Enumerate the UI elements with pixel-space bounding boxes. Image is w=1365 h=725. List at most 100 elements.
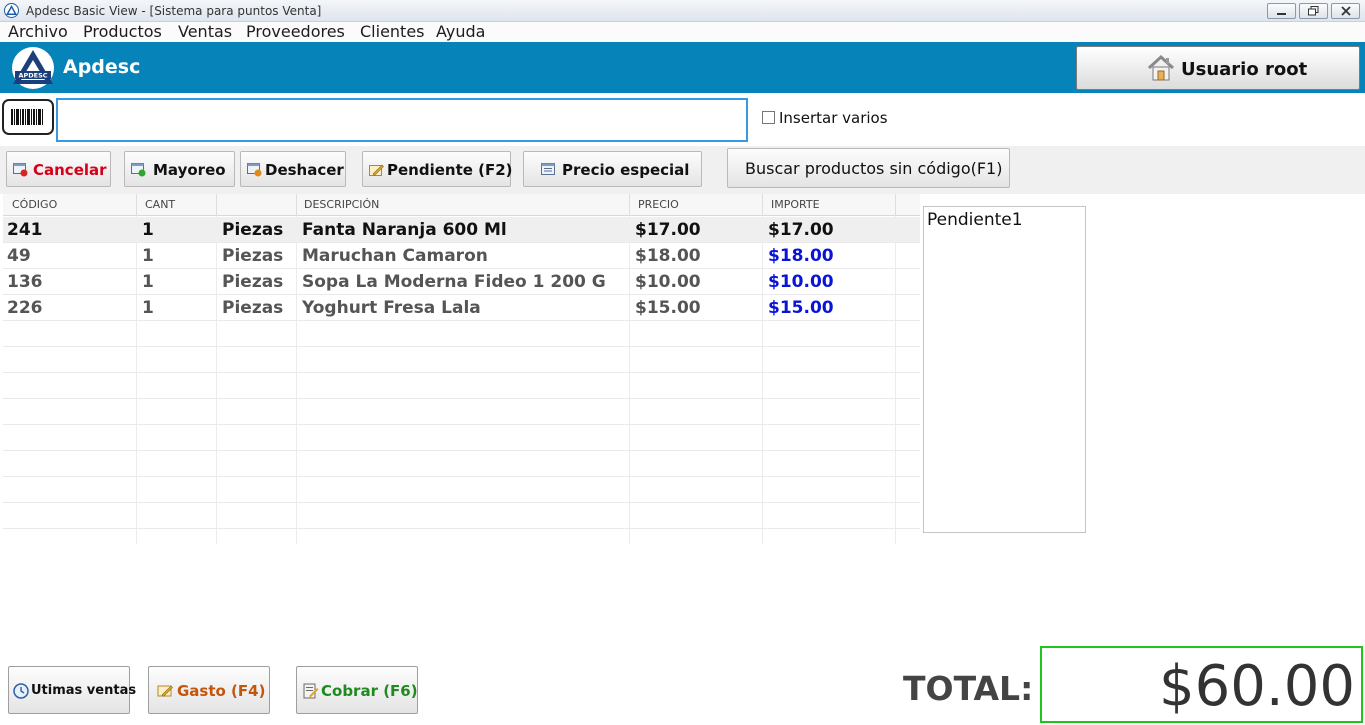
cell-qty: 1: [142, 220, 154, 240]
empty-row: [3, 321, 920, 347]
header-separator: [762, 194, 763, 216]
empty-row: [3, 399, 920, 425]
last-sales-button[interactable]: Utimas ventas: [8, 666, 136, 714]
menu-ventas[interactable]: Ventas: [178, 22, 232, 42]
cell-amount: $18.00: [768, 246, 834, 266]
insert-multiple-checkbox[interactable]: [762, 111, 775, 124]
empty-row: [3, 477, 920, 503]
empty-row: [3, 451, 920, 477]
header-separator: [136, 194, 137, 216]
table-row[interactable]: 49 1 Piezas Maruchan Camaron $18.00 $18.…: [3, 243, 920, 269]
barcode-input[interactable]: [56, 98, 748, 142]
wholesale-button-label: Mayoreo: [153, 161, 226, 179]
pending-button-label: Pendiente (F2): [387, 161, 513, 179]
empty-row: [3, 347, 920, 373]
cell-description: Maruchan Camaron: [302, 246, 488, 266]
header-separator: [296, 194, 297, 216]
cell-unit: Piezas: [222, 246, 284, 266]
sale-items-grid[interactable]: CÓDIGO CANT DESCRIPCIÓN PRECIO IMPORTE 2…: [3, 194, 920, 544]
empty-row: [3, 373, 920, 399]
menu-ayuda[interactable]: Ayuda: [436, 22, 485, 42]
action-toolbar: Cancelar Mayoreo Deshacer Pendiente (F2): [0, 146, 1365, 194]
charge-icon: [303, 683, 319, 699]
window-titlebar: Apdesc Basic View - [Sistema para puntos…: [0, 0, 1365, 22]
restore-button[interactable]: [1299, 3, 1328, 19]
empty-row: [3, 503, 920, 529]
header-code: CÓDIGO: [12, 198, 58, 211]
table-row[interactable]: 241 1 Piezas Fanta Naranja 600 Ml $17.00…: [3, 217, 920, 243]
cell-code: 136: [7, 272, 43, 292]
table-row[interactable]: 136 1 Piezas Sopa La Moderna Fideo 1 200…: [3, 269, 920, 295]
undo-button[interactable]: Deshacer: [240, 151, 346, 187]
user-button-label: Usuario root: [1181, 59, 1308, 80]
cell-unit: Piezas: [222, 220, 284, 240]
cell-description: Sopa La Moderna Fideo 1 200 G: [302, 272, 606, 292]
menu-proveedores[interactable]: Proveedores: [246, 22, 345, 42]
cell-code: 226: [7, 298, 43, 318]
header-separator: [629, 194, 630, 216]
expense-label: Gasto (F4): [177, 682, 266, 700]
cell-qty: 1: [142, 246, 154, 266]
last-sales-label: Utimas ventas: [31, 683, 137, 698]
header-separator: [895, 194, 896, 216]
grid-header: CÓDIGO CANT DESCRIPCIÓN PRECIO IMPORTE: [3, 194, 920, 216]
close-button[interactable]: [1331, 3, 1360, 19]
charge-button[interactable]: Cobrar (F6): [296, 666, 418, 714]
window-title: Apdesc Basic View - [Sistema para puntos…: [26, 4, 322, 18]
wholesale-icon: [131, 163, 146, 177]
empty-row: [3, 425, 920, 451]
search-without-code-label: Buscar productos sin código(F1): [745, 159, 1003, 178]
wholesale-button[interactable]: Mayoreo: [124, 151, 235, 187]
special-price-icon: [541, 163, 555, 175]
total-value: $60.00: [1159, 654, 1355, 719]
cell-amount: $10.00: [768, 272, 834, 292]
pending-button[interactable]: Pendiente (F2): [362, 151, 513, 187]
restore-icon: [1308, 6, 1319, 16]
header-separator: [216, 194, 217, 216]
barcode-button[interactable]: [2, 99, 54, 135]
apdesc-logo-icon: [4, 3, 19, 18]
special-price-button-label: Precio especial: [562, 161, 690, 179]
charge-label: Cobrar (F6): [321, 682, 418, 700]
cell-unit: Piezas: [222, 272, 284, 292]
minimize-button[interactable]: [1267, 3, 1296, 19]
header-price: PRECIO: [638, 198, 679, 211]
cancel-button-label: Cancelar: [33, 161, 107, 179]
undo-icon: [247, 163, 262, 177]
cell-price: $17.00: [635, 220, 701, 240]
barcode-icon: [11, 109, 43, 125]
search-without-code-button[interactable]: Buscar productos sin código(F1): [727, 148, 1010, 188]
expense-icon: [157, 685, 173, 697]
cell-unit: Piezas: [222, 298, 284, 318]
pending-sales-list[interactable]: Pendiente1: [923, 206, 1086, 533]
cancel-button[interactable]: Cancelar: [6, 151, 111, 187]
cell-description: Fanta Naranja 600 Ml: [302, 220, 507, 240]
cell-code: 49: [7, 246, 31, 266]
clock-icon: [13, 683, 29, 699]
menu-archivo[interactable]: Archivo: [8, 22, 68, 42]
list-item[interactable]: Pendiente1: [927, 210, 1023, 230]
user-button[interactable]: Usuario root: [1076, 46, 1360, 90]
header-description: DESCRIPCIÓN: [304, 198, 380, 211]
undo-button-label: Deshacer: [265, 161, 344, 179]
cell-code: 241: [7, 220, 43, 240]
close-icon: [1341, 6, 1351, 16]
cell-description: Yoghurt Fresa Lala: [302, 298, 481, 318]
expense-button[interactable]: Gasto (F4): [148, 666, 270, 714]
menu-productos[interactable]: Productos: [83, 22, 162, 42]
cell-qty: 1: [142, 272, 154, 292]
brand-logo: APDESC: [12, 47, 54, 89]
special-price-button[interactable]: Precio especial: [523, 151, 702, 187]
cell-amount: $17.00: [768, 220, 834, 240]
minimize-icon: [1277, 13, 1286, 15]
cell-qty: 1: [142, 298, 154, 318]
total-label: TOTAL:: [903, 669, 1034, 708]
brand-name: Apdesc: [63, 56, 141, 78]
header-amount: IMPORTE: [771, 198, 820, 211]
menu-clientes[interactable]: Clientes: [360, 22, 425, 42]
house-icon: [1147, 54, 1175, 81]
cell-amount: $15.00: [768, 298, 834, 318]
cell-price: $10.00: [635, 272, 701, 292]
brand-logo-text: APDESC: [18, 72, 47, 80]
table-row[interactable]: 226 1 Piezas Yoghurt Fresa Lala $15.00 $…: [3, 295, 920, 321]
